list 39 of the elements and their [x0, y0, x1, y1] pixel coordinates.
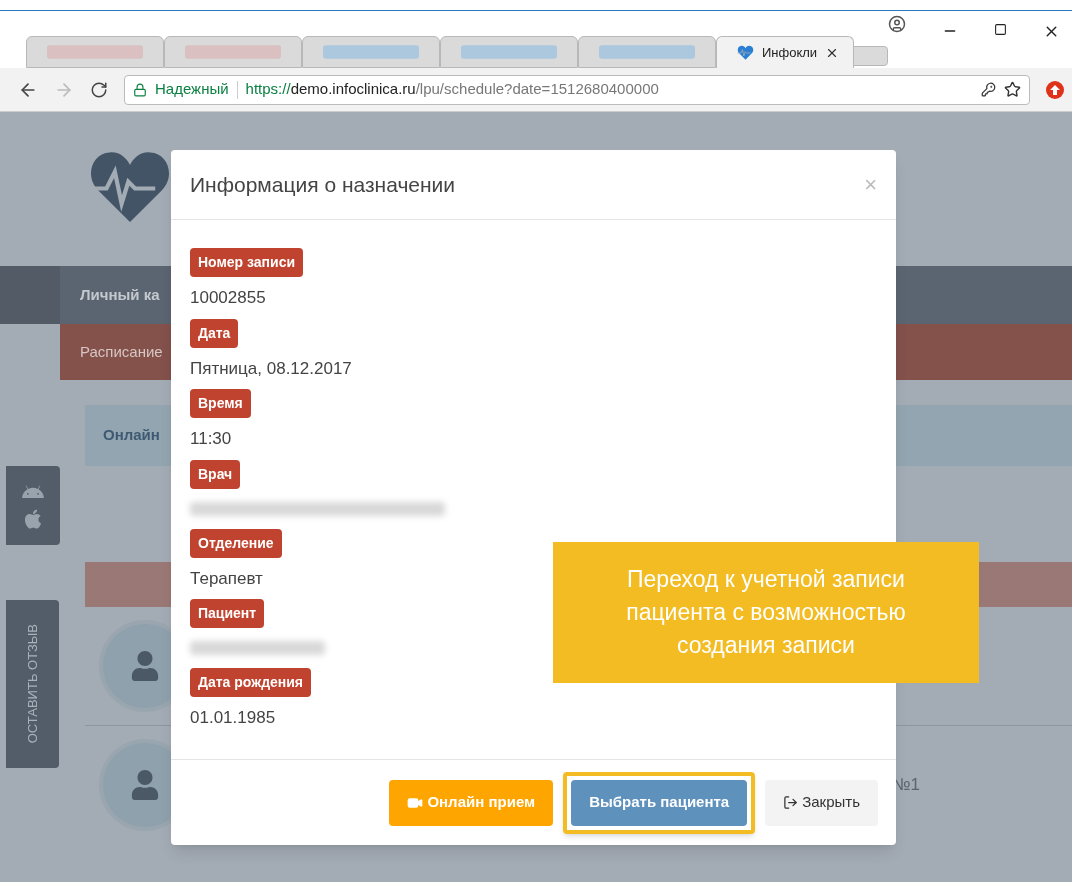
star-icon[interactable]	[1004, 81, 1021, 98]
select-patient-button[interactable]: Выбрать пациента	[571, 779, 748, 826]
security-label: Надежный	[155, 79, 229, 100]
field-label: Дата рождения	[190, 668, 312, 697]
subnav-tab[interactable]: Расписание	[80, 340, 163, 364]
reload-icon[interactable]	[90, 80, 108, 99]
extension-icon[interactable]	[1046, 80, 1064, 99]
field-value: 01.01.1985	[190, 707, 276, 729]
url-scheme: https://	[245, 80, 291, 98]
field-value: 10002855	[190, 287, 266, 309]
tab-title: Инфокли	[762, 43, 818, 62]
field-label: Пациент	[190, 599, 265, 628]
maximize-icon[interactable]	[994, 23, 1007, 36]
modal-title: Информация о назначении	[190, 171, 456, 198]
heart-icon	[737, 45, 754, 60]
lock-icon	[133, 82, 147, 97]
field-label: Врач	[190, 459, 241, 489]
close-dialog-button[interactable]: Закрыть	[765, 779, 878, 826]
url-path: /lpu/schedule?date=1512680400000	[415, 80, 659, 98]
field-label: Время	[190, 389, 251, 418]
url-host: demo.infoclinica.ru	[290, 80, 416, 98]
field-value: Пятница, 08.12.2017	[190, 357, 352, 380]
nav-title[interactable]: Личный ка	[80, 283, 160, 307]
close-button[interactable]: ×	[864, 168, 877, 201]
apple-icon[interactable]	[22, 507, 44, 530]
field-value: 11:30	[190, 428, 232, 450]
online-visit-button[interactable]: Онлайн прием	[389, 779, 554, 826]
field-value: Терапевт	[190, 567, 263, 590]
profile-icon[interactable]	[888, 15, 906, 33]
field-label: Дата	[190, 318, 239, 348]
exit-icon	[783, 795, 799, 810]
field-label: Номер записи	[190, 248, 304, 277]
key-icon[interactable]	[981, 82, 996, 97]
browser-tab[interactable]: Инфокли	[716, 36, 854, 68]
callout-text: Переход к учетной записи пациента с возможностью создания записи	[625, 565, 907, 660]
section-title: Онлайн	[103, 425, 160, 446]
feedback-tab[interactable]: ОСТАВИТЬ ОТЗЫВ	[6, 600, 59, 768]
field-label: Отделение	[190, 528, 282, 558]
address-field[interactable]: Надежный https://demo.infoclinica.ru/lpu/schedule?date=1512680400000	[124, 74, 1030, 105]
